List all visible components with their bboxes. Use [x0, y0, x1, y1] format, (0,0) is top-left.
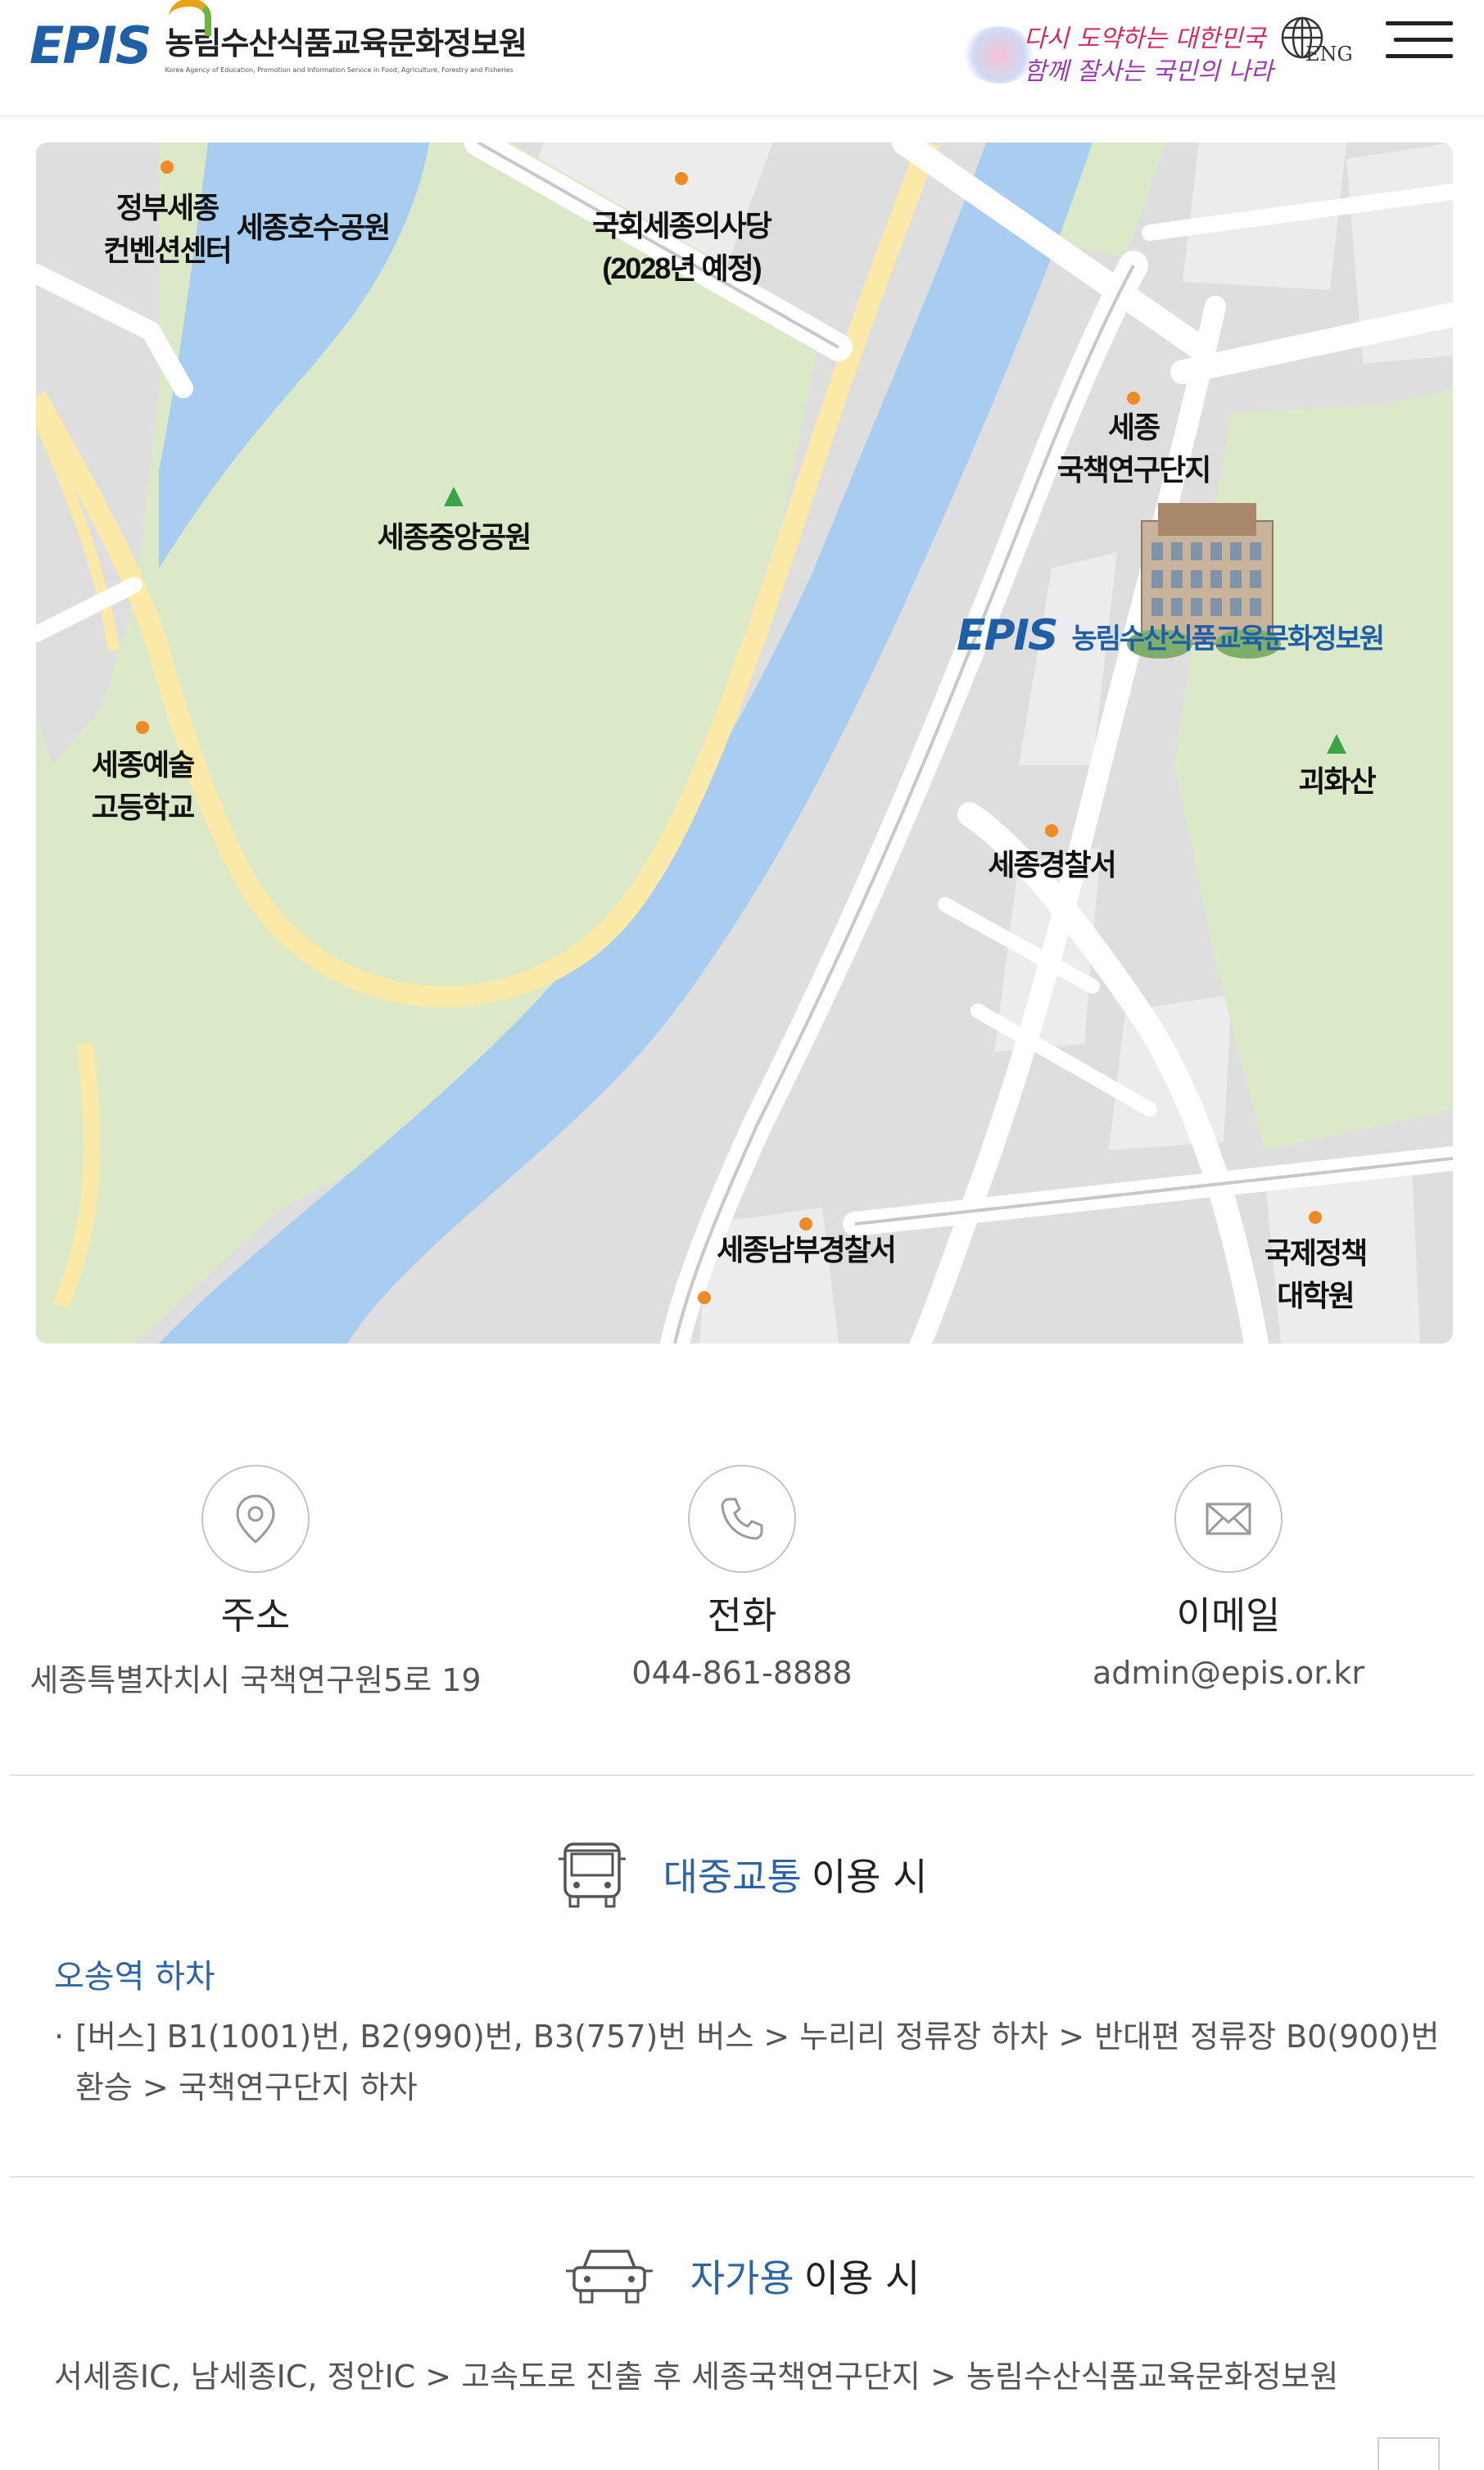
map-label-south-police: 세종남부경찰서	[717, 1233, 897, 1267]
transit-route-item: · [버스] B1(1001)번, B2(990)번, B3(757)번 버스 …	[54, 2011, 1446, 2113]
government-slogan: 다시 도약하는 대한민국 함께 잘사는 국민의 나라	[962, 15, 1274, 88]
site-logo[interactable]: EPIS 농림수산식품교육문화정보원 Korea Agency of Educa…	[29, 0, 527, 87]
location-map[interactable]: 정부세종 컨벤션센터 세종호수공원 국회세종의사당 (2028년 예정) 세종중앙공…	[36, 143, 1453, 1344]
phone-title: 전화	[707, 1593, 777, 1638]
org-name: 농림수산식품교육문화정보원	[165, 25, 527, 61]
map-label-gov-convention: 정부세종 컨벤션센터	[103, 191, 233, 267]
email-value[interactable]: admin@epis.or.kr	[983, 1655, 1474, 1691]
map-graphic	[36, 143, 1453, 1344]
language-label: ENG	[1305, 43, 1353, 66]
language-switch[interactable]: ENG	[1278, 15, 1353, 72]
transit-heading-rest: 이용 시	[811, 1855, 928, 1899]
section-divider	[10, 2176, 1474, 2178]
address-title: 주소	[220, 1593, 291, 1638]
mail-icon[interactable]	[1174, 1465, 1283, 1573]
org-name-english: Korea Agency of Education, Promotion and…	[165, 66, 514, 74]
phone-value[interactable]: 044-861-8888	[496, 1655, 988, 1691]
site-header: EPIS 농림수산식품교육문화정보원 Korea Agency of Educa…	[0, 0, 1484, 116]
car-heading-highlight: 자가용	[690, 2256, 794, 2300]
logo-mark: EPIS	[29, 16, 152, 75]
map-epis-name: 농림수산식품교육문화정보원	[1071, 622, 1385, 655]
contact-address: 주소 세종특별자치시 국책연구원5로 19	[10, 1465, 501, 1700]
menu-line-icon	[1386, 21, 1453, 25]
menu-line-icon	[1394, 38, 1453, 42]
slogan-line-2: 함께 잘사는 국민의 나라	[1024, 57, 1274, 86]
map-epis-logo: EPIS	[957, 611, 1058, 660]
car-icon	[565, 2250, 653, 2304]
menu-button[interactable]	[1386, 20, 1453, 61]
map-label-police: 세종경찰서	[988, 848, 1117, 881]
map-label-mountain: 괴화산	[1298, 764, 1376, 798]
map-label-central-park: 세종중앙공원	[377, 520, 532, 554]
map-label-kdi-school: 국제정책 대학원	[1264, 1236, 1368, 1312]
location-pin-icon	[201, 1465, 310, 1573]
contact-phone: 전화 044-861-8888	[496, 1465, 988, 1691]
bullet-marker: ·	[54, 2019, 65, 2055]
map-label-assembly: 국회세종의사당 (2028년 예정)	[592, 209, 772, 285]
map-epis-marker: EPIS 농림수산식품교육문화정보원	[957, 611, 1385, 660]
transit-heading: 대중교통 이용 시	[0, 1835, 1484, 1914]
menu-line-icon	[1386, 54, 1453, 58]
slogan-line-1: 다시 도약하는 대한민국	[1024, 25, 1266, 53]
bus-icon	[558, 1842, 626, 1908]
phone-icon[interactable]	[688, 1465, 796, 1573]
car-route-text: 서세종IC, 남세종IC, 정안IC > 고속도로 진출 후 세종국책연구단지 …	[54, 2359, 1339, 2395]
transit-heading-highlight: 대중교통	[663, 1855, 802, 1899]
scroll-top-button[interactable]	[1378, 2437, 1440, 2470]
map-label-lake-park: 세종호수공원	[236, 211, 391, 244]
email-title: 이메일	[1176, 1593, 1281, 1638]
transit-route-text: [버스] B1(1001)번, B2(990)번, B3(757)번 버스 > …	[75, 2019, 1440, 2105]
address-value: 세종특별자치시 국책연구원5로 19	[29, 1662, 482, 1698]
car-heading-rest: 이용 시	[803, 2256, 921, 2300]
map-label-research-complex: 세종 국책연구단지	[1056, 410, 1212, 487]
section-divider	[10, 1774, 1474, 1776]
car-heading: 자가용 이용 시	[0, 2237, 1484, 2315]
map-label-art-school: 세종예술 고등학교	[91, 748, 195, 824]
logo-arc-icon	[169, 0, 211, 36]
contact-email: 이메일 admin@epis.or.kr	[983, 1465, 1474, 1691]
transit-stop-title: 오송역 하차	[54, 1958, 215, 1996]
